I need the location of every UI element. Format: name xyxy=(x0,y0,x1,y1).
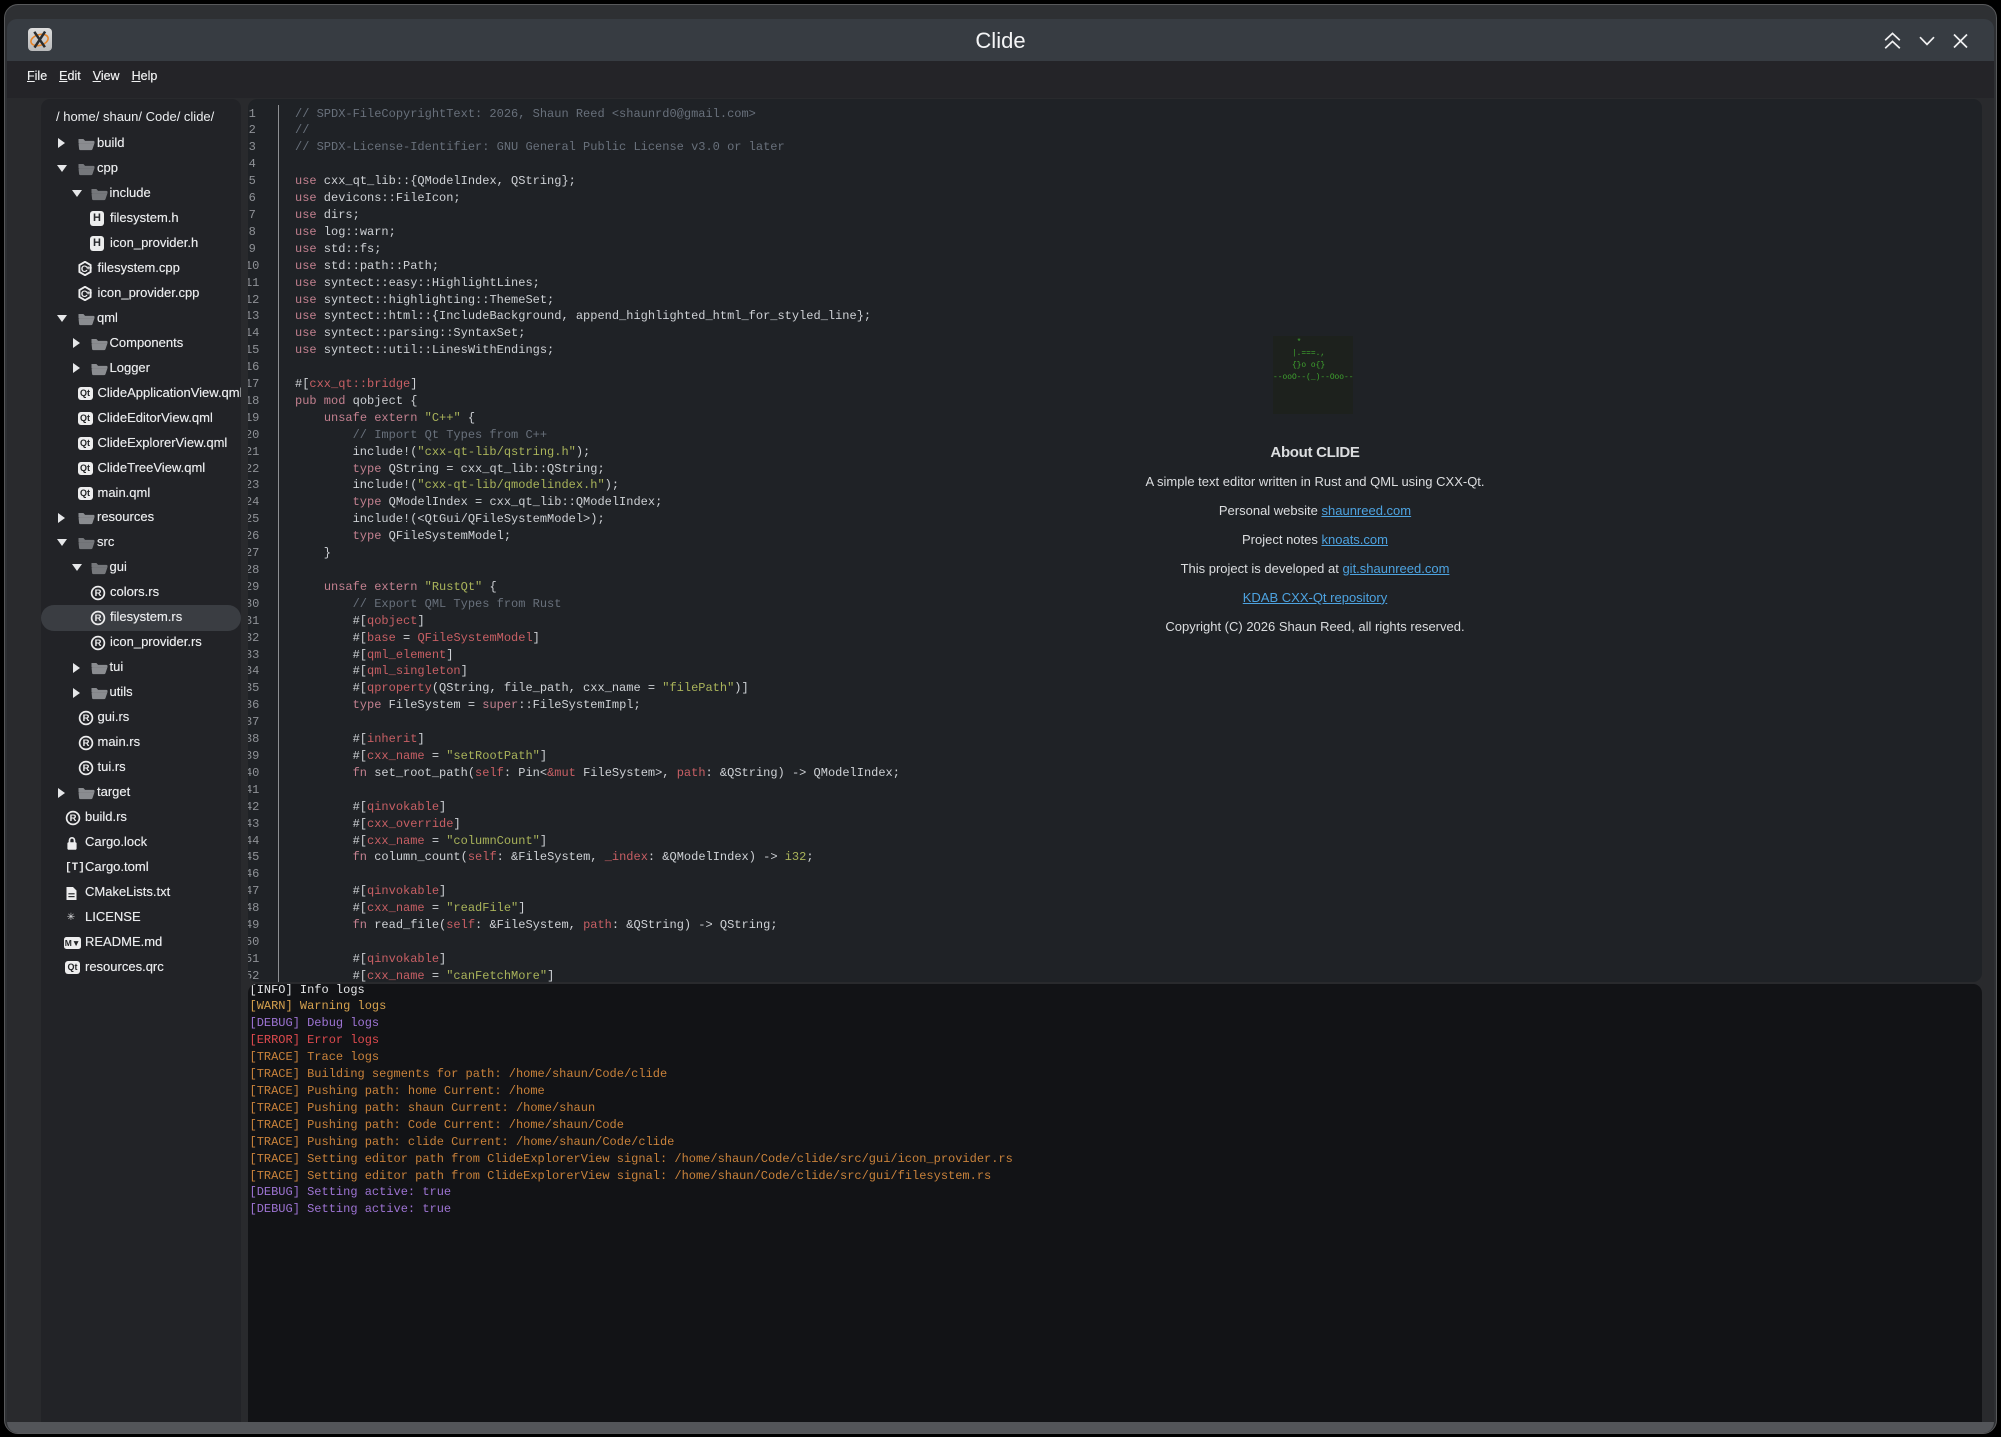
svg-text:R: R xyxy=(82,713,89,724)
svg-text:C: C xyxy=(80,289,87,300)
svg-text:R: R xyxy=(95,638,102,649)
svg-text:R: R xyxy=(70,813,77,824)
svg-text:R: R xyxy=(95,614,102,625)
svg-text:R: R xyxy=(82,738,89,749)
svg-text:C: C xyxy=(80,264,87,275)
svg-text:R: R xyxy=(82,763,89,774)
svg-text:R: R xyxy=(95,589,102,600)
